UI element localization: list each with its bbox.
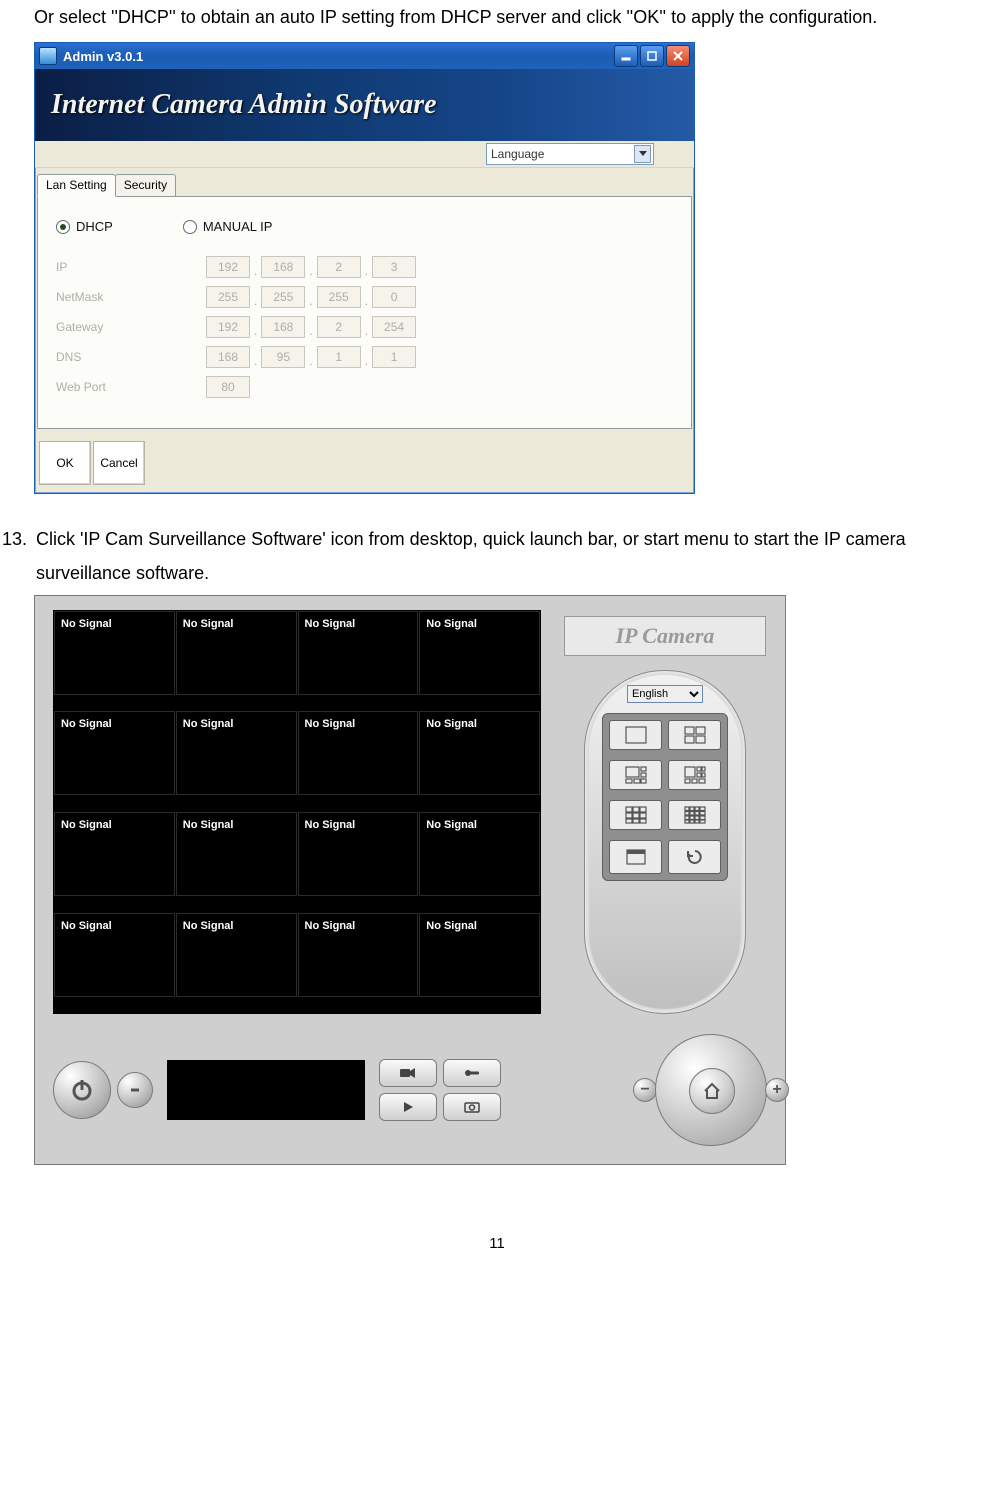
camera-cell[interactable]: No Signal [298,611,419,695]
tab-security[interactable]: Security [115,174,176,196]
camera-cell[interactable]: No Signal [298,711,419,795]
zoom-out-button[interactable]: − [633,1078,657,1102]
intro-paragraph: Or select ''DHCP'' to obtain an auto IP … [34,0,994,34]
label-ip: IP [56,260,206,274]
admin-window: Admin v3.0.1 Internet Camera Admin Softw… [34,42,695,494]
gateway-octet-1[interactable]: 192 [206,316,250,338]
camera-cell[interactable]: No Signal [54,913,175,997]
page-number: 11 [0,1235,994,1252]
banner-text: Internet Camera Admin Software [51,89,437,121]
surv-language-select[interactable]: English [627,685,703,703]
camera-grid: No Signal No Signal No Signal No Signal … [53,610,541,1014]
status-strip [167,1060,365,1120]
chevron-down-icon [634,145,651,163]
camera-cell[interactable]: No Signal [419,711,540,795]
gateway-octet-3[interactable]: 2 [317,316,361,338]
step-number-13: 13. [0,522,36,556]
record-button[interactable] [379,1059,437,1087]
banner: Internet Camera Admin Software [35,69,694,141]
gateway-octet-4[interactable]: 254 [372,316,416,338]
language-row: Language [35,141,694,168]
radio-dhcp-label: DHCP [76,219,113,234]
zoom-in-button[interactable]: + [765,1078,789,1102]
camera-cell[interactable]: No Signal [54,812,175,896]
dns-octet-4[interactable]: 1 [372,346,416,368]
label-gateway: Gateway [56,320,206,334]
label-webport: Web Port [56,380,206,394]
button-bar: OK Cancel [35,435,694,493]
tab-lan-setting[interactable]: Lan Setting [37,174,116,197]
snapshot-button[interactable] [443,1093,501,1121]
camera-cell[interactable]: No Signal [419,611,540,695]
step-13-text: Click 'IP Cam Surveillance Software' ico… [36,522,994,590]
label-netmask: NetMask [56,290,206,304]
app-icon [39,47,57,65]
webport-input[interactable]: 80 [206,376,250,398]
bottom-bar: − + [35,1026,785,1164]
ip-octet-3[interactable]: 2 [317,256,361,278]
ptz-dpad: − + [655,1034,767,1146]
camera-cell[interactable]: No Signal [54,611,175,695]
minimize-app-button[interactable] [117,1072,153,1108]
radio-dhcp[interactable]: DHCP [56,219,113,234]
camera-cell[interactable]: No Signal [298,913,419,997]
scan-button[interactable] [668,840,721,874]
language-select[interactable]: Language [486,143,654,165]
fullscreen-button[interactable] [609,840,662,874]
surveillance-window: No Signal No Signal No Signal No Signal … [34,595,786,1165]
layout-1plus7-button[interactable] [668,760,721,790]
radio-manual-label: MANUAL IP [203,219,273,234]
lock-button[interactable] [443,1059,501,1087]
window-title: Admin v3.0.1 [63,49,612,64]
gateway-octet-2[interactable]: 168 [261,316,305,338]
dpad-right[interactable] [747,1084,759,1096]
netmask-octet-1[interactable]: 255 [206,286,250,308]
ip-octet-1[interactable]: 192 [206,256,250,278]
close-button[interactable] [666,45,690,67]
radio-manual-ip[interactable]: MANUAL IP [183,219,273,234]
remote-panel: English [584,670,746,1014]
tab-panel: DHCP MANUAL IP IP 192. 168. 2. 3 NetMask [37,196,692,429]
dns-octet-1[interactable]: 168 [206,346,250,368]
camera-cell[interactable]: No Signal [176,913,297,997]
label-dns: DNS [56,350,206,364]
dns-octet-2[interactable]: 95 [261,346,305,368]
camera-cell[interactable]: No Signal [419,913,540,997]
netmask-octet-3[interactable]: 255 [317,286,361,308]
language-select-label: Language [491,147,544,161]
netmask-octet-2[interactable]: 255 [261,286,305,308]
camera-cell[interactable]: No Signal [176,812,297,896]
titlebar: Admin v3.0.1 [35,43,694,69]
layout-2x2-button[interactable] [668,720,721,750]
camera-cell[interactable]: No Signal [176,711,297,795]
layout-3x3-button[interactable] [609,800,662,830]
layout-panel [602,713,728,881]
maximize-button[interactable] [640,45,664,67]
camera-cell[interactable]: No Signal [176,611,297,695]
tabs: Lan Setting Security [37,174,694,196]
ip-camera-logo: IP Camera [564,616,766,656]
camera-cell[interactable]: No Signal [54,711,175,795]
ip-octet-2[interactable]: 168 [261,256,305,278]
power-button[interactable] [53,1061,111,1119]
cancel-button[interactable]: Cancel [93,441,145,485]
layout-1plus5-button[interactable] [609,760,662,790]
dns-octet-3[interactable]: 1 [317,346,361,368]
camera-cell[interactable]: No Signal [298,812,419,896]
dpad-left[interactable] [663,1084,675,1096]
layout-4x4-button[interactable] [668,800,721,830]
dpad-up[interactable] [705,1042,717,1054]
dpad-down[interactable] [705,1126,717,1138]
netmask-octet-4[interactable]: 0 [372,286,416,308]
layout-1x1-button[interactable] [609,720,662,750]
minimize-button[interactable] [614,45,638,67]
ok-button[interactable]: OK [39,441,91,485]
ip-octet-4[interactable]: 3 [372,256,416,278]
home-button[interactable] [689,1068,735,1114]
play-button[interactable] [379,1093,437,1121]
camera-cell[interactable]: No Signal [419,812,540,896]
